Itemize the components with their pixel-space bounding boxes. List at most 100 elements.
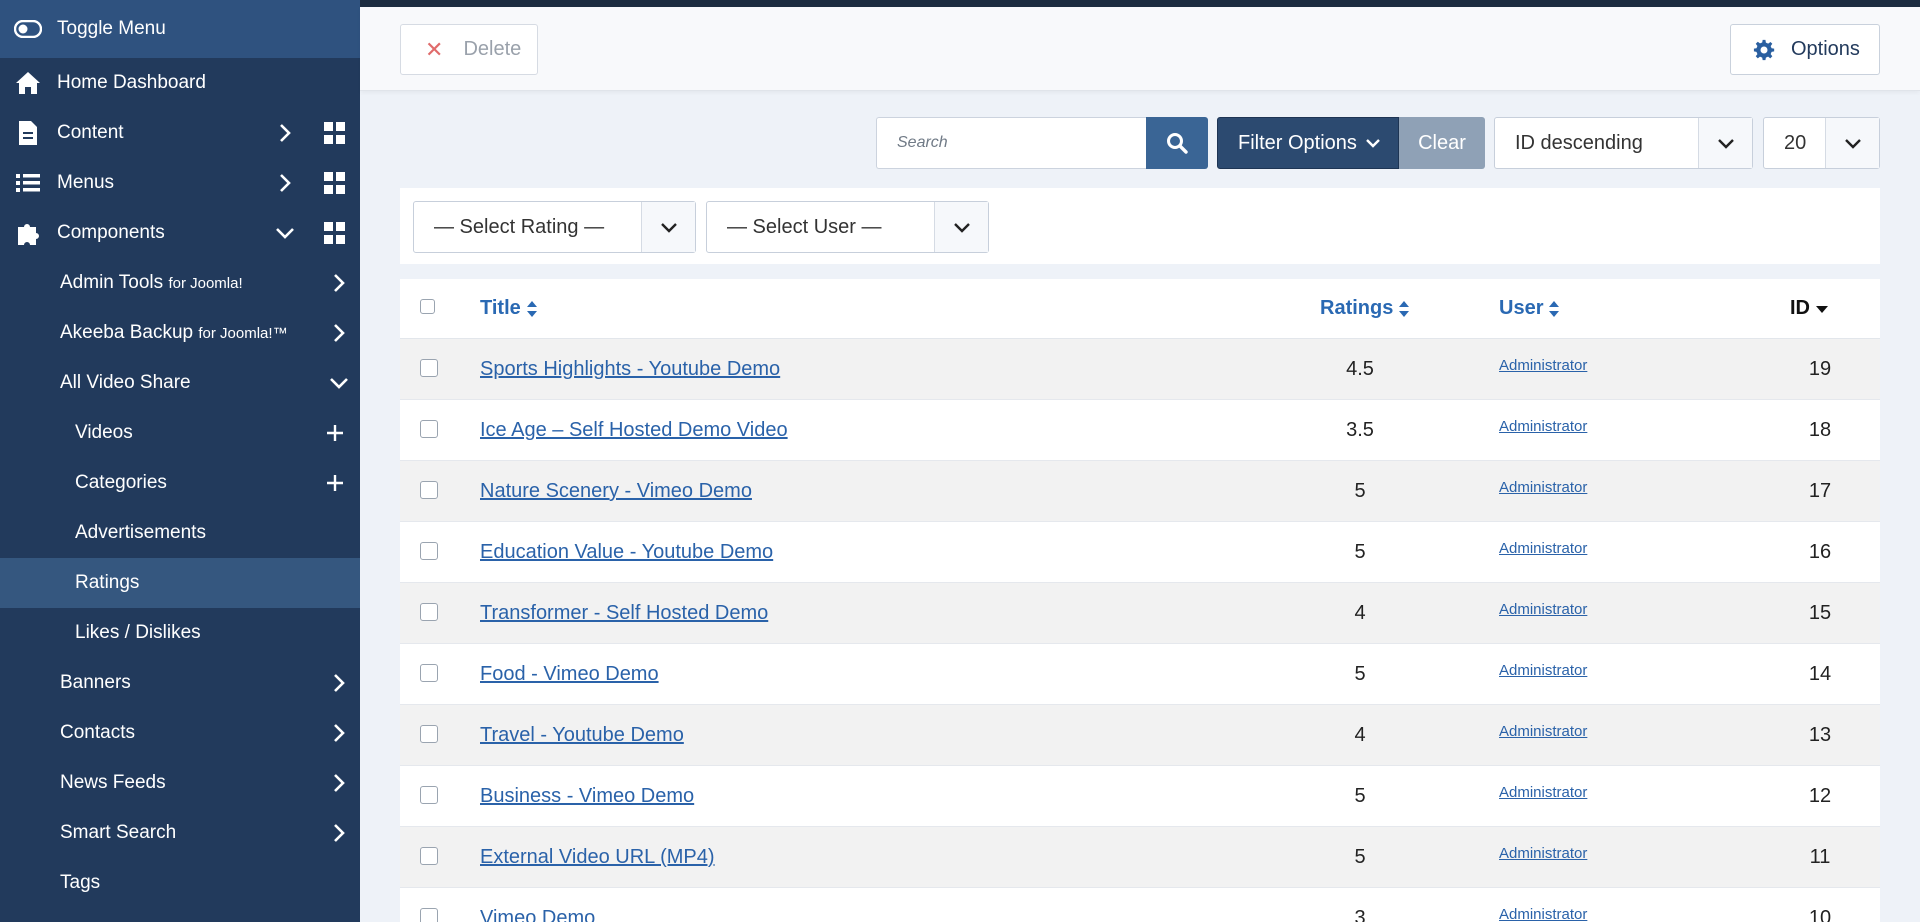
chevron-right-icon[interactable] [274, 122, 296, 144]
row-id: 18 [1808, 419, 1832, 441]
sidebar-item-menus[interactable]: Menus [0, 158, 360, 208]
row-user-link[interactable]: Administrator [1499, 601, 1587, 618]
chevron-right-icon[interactable] [328, 272, 350, 294]
row-id: 10 [1808, 907, 1832, 922]
row-user-link[interactable]: Administrator [1499, 540, 1587, 557]
toggle-icon [14, 15, 42, 43]
row-checkbox[interactable] [420, 664, 438, 682]
filter-options-button[interactable]: Filter Options [1217, 117, 1399, 169]
search-icon [1166, 132, 1188, 154]
sidebar-item-ratings[interactable]: Ratings [0, 558, 360, 608]
chevron-down-icon[interactable] [328, 372, 350, 394]
sidebar-item-admin-tools[interactable]: Admin Tools for Joomla! [0, 258, 360, 308]
chevron-right-icon[interactable] [328, 822, 350, 844]
filter-options-label: Filter Options [1238, 131, 1357, 154]
sidebar-item-videos[interactable]: Videos [0, 408, 360, 458]
row-title-link[interactable]: Travel - Youtube Demo [480, 724, 684, 747]
row-rating: 5 [1354, 541, 1366, 563]
row-checkbox[interactable] [420, 542, 438, 560]
dashboard-grid-icon[interactable] [324, 172, 346, 194]
row-user-link[interactable]: Administrator [1499, 723, 1587, 740]
dashboard-grid-icon[interactable] [324, 122, 346, 144]
row-checkbox[interactable] [420, 786, 438, 804]
column-header-user[interactable]: User [1499, 297, 1560, 320]
row-title-link[interactable]: Business - Vimeo Demo [480, 785, 694, 808]
table-row: Education Value - Youtube Demo 5 Adminis… [400, 522, 1880, 583]
row-user-link[interactable]: Administrator [1499, 906, 1587, 922]
row-user-link[interactable]: Administrator [1499, 662, 1587, 679]
sort-icon [1548, 300, 1560, 318]
row-title-link[interactable]: Vimeo Demo [480, 907, 595, 922]
column-header-id[interactable]: ID [1790, 297, 1829, 320]
row-title-link[interactable]: Transformer - Self Hosted Demo [480, 602, 768, 625]
row-checkbox[interactable] [420, 908, 438, 922]
user-filter-select[interactable]: — Select User — [706, 201, 989, 253]
sidebar-item-all-video-share[interactable]: All Video Share [0, 358, 360, 408]
chevron-right-icon[interactable] [274, 172, 296, 194]
sidebar-toggle-menu[interactable]: Toggle Menu [0, 0, 360, 58]
sidebar-item-banners[interactable]: Banners [0, 658, 360, 708]
table-row: External Video URL (MP4) 5 Administrator… [400, 827, 1880, 888]
row-title-link[interactable]: Ice Age – Self Hosted Demo Video [480, 419, 788, 442]
table-header: Title Ratings User ID [400, 279, 1880, 339]
row-user-link[interactable]: Administrator [1499, 845, 1587, 862]
row-title-link[interactable]: Education Value - Youtube Demo [480, 541, 773, 564]
column-header-ratings[interactable]: Ratings [1320, 297, 1410, 320]
row-checkbox[interactable] [420, 725, 438, 743]
list-limit-select[interactable]: 20 [1763, 117, 1880, 169]
chevron-down-icon[interactable] [274, 222, 296, 244]
sidebar-item-advertisements[interactable]: Advertisements [0, 508, 360, 558]
sidebar-item-news-feeds[interactable]: News Feeds [0, 758, 360, 808]
table-row: Food - Vimeo Demo 5 Administrator 14 [400, 644, 1880, 705]
rating-filter-select[interactable]: — Select Rating — [413, 201, 696, 253]
select-all-checkbox[interactable] [420, 299, 435, 314]
sidebar-item-categories[interactable]: Categories [0, 458, 360, 508]
search-input[interactable] [876, 117, 1146, 169]
ordering-select[interactable]: ID descending [1494, 117, 1753, 169]
row-title-link[interactable]: Sports Highlights - Youtube Demo [480, 358, 780, 381]
chevron-right-icon[interactable] [328, 772, 350, 794]
sidebar-item-akeeba-backup[interactable]: Akeeba Backup for Joomla!™ [0, 308, 360, 358]
sidebar-item-tags[interactable]: Tags [0, 858, 360, 908]
row-checkbox[interactable] [420, 847, 438, 865]
plus-icon[interactable] [324, 472, 346, 494]
row-user-link[interactable]: Administrator [1499, 479, 1587, 496]
clear-button[interactable]: Clear [1399, 117, 1485, 169]
chevron-right-icon[interactable] [328, 672, 350, 694]
row-user-link[interactable]: Administrator [1499, 418, 1587, 435]
row-id: 13 [1808, 724, 1832, 746]
column-header-title[interactable]: Title [480, 297, 538, 320]
row-checkbox[interactable] [420, 603, 438, 621]
row-checkbox[interactable] [420, 420, 438, 438]
plus-icon[interactable] [324, 422, 346, 444]
sidebar-item-label: Likes / Dislikes [75, 622, 201, 643]
sidebar-item-content[interactable]: Content [0, 108, 360, 158]
search-button[interactable] [1146, 117, 1208, 169]
row-rating: 4 [1354, 602, 1366, 624]
chevron-right-icon[interactable] [328, 722, 350, 744]
row-user-link[interactable]: Administrator [1499, 784, 1587, 801]
row-title-link[interactable]: External Video URL (MP4) [480, 846, 715, 869]
sidebar-item-home[interactable]: Home Dashboard [0, 58, 360, 108]
dashboard-grid-icon[interactable] [324, 222, 346, 244]
row-user-link[interactable]: Administrator [1499, 357, 1587, 374]
row-checkbox[interactable] [420, 359, 438, 377]
sidebar-item-label: All Video Share [60, 372, 191, 393]
row-title-link[interactable]: Nature Scenery - Vimeo Demo [480, 480, 752, 503]
sort-icon [526, 300, 538, 318]
sidebar-item-components[interactable]: Components [0, 208, 360, 258]
sidebar-item-likes-dislikes[interactable]: Likes / Dislikes [0, 608, 360, 658]
sidebar-item-smart-search[interactable]: Smart Search [0, 808, 360, 858]
sidebar-item-label: Banners [60, 672, 131, 693]
row-rating: 5 [1354, 663, 1366, 685]
sidebar-item-label: Components [57, 222, 165, 243]
rating-filter-value: — Select Rating — [434, 215, 605, 238]
row-title-link[interactable]: Food - Vimeo Demo [480, 663, 659, 686]
delete-button[interactable]: ✕ Delete [400, 24, 538, 75]
sidebar-item-label: Ratings [75, 572, 140, 593]
sidebar-item-contacts[interactable]: Contacts [0, 708, 360, 758]
options-button[interactable]: Options [1730, 24, 1880, 75]
row-rating: 4 [1354, 724, 1366, 746]
row-checkbox[interactable] [420, 481, 438, 499]
chevron-right-icon[interactable] [328, 322, 350, 344]
